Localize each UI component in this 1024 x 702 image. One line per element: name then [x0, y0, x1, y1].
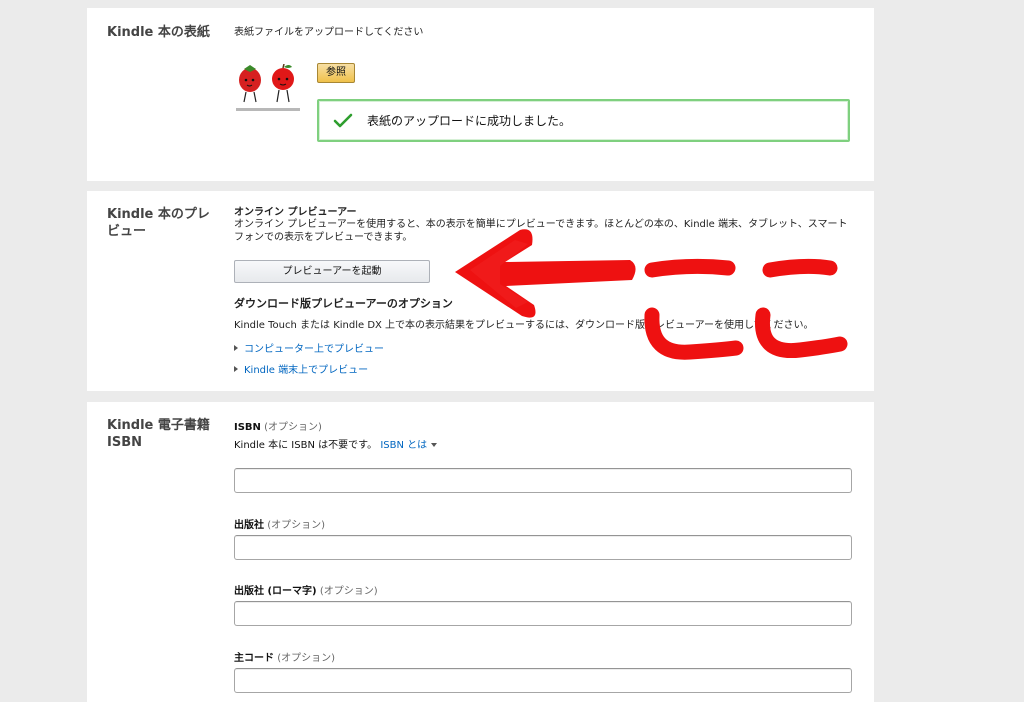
download-previewer-heading: ダウンロード版プレビューアーのオプション: [234, 297, 453, 310]
preview-on-computer-label[interactable]: コンピューター上でプレビュー: [244, 340, 384, 355]
preview-section-title: Kindle 本のプレビュー: [107, 207, 210, 239]
isbn-note-row: Kindle 本に ISBN は不要です。 ISBN とは: [234, 436, 438, 451]
main-code-label-row: 主コード (オプション): [234, 649, 335, 664]
publisher-label-row: 出版社 (オプション): [234, 516, 325, 531]
cover-instruction: 表紙ファイルをアップロードしてください: [234, 27, 424, 38]
isbn-help-link[interactable]: ISBN とは: [380, 440, 427, 451]
isbn-section-title: Kindle 電子書籍 ISBN: [107, 418, 210, 450]
main-code-input[interactable]: [234, 668, 852, 693]
isbn-label: ISBN: [234, 422, 261, 433]
optional-tag: (オプション): [264, 422, 322, 433]
cover-section-title: Kindle 本の表紙: [107, 25, 210, 40]
preview-on-kindle-link[interactable]: Kindle 端末上でプレビュー: [234, 361, 368, 376]
caret-right-icon: [234, 365, 238, 372]
publisher-romaji-label-row: 出版社 (ローマ字) (オプション): [234, 582, 378, 597]
success-message: 表紙のアップロードに成功しました。: [367, 114, 572, 128]
isbn-input[interactable]: [234, 468, 852, 493]
preview-panel: Kindle 本のプレビュー オンライン プレビューアー オンライン プレビュー…: [87, 191, 874, 391]
chevron-down-icon[interactable]: [431, 443, 438, 447]
isbn-label-row: ISBN (オプション): [234, 418, 322, 433]
optional-tag: (オプション): [277, 653, 335, 664]
publisher-romaji-label: 出版社 (ローマ字): [234, 586, 317, 597]
online-previewer-description: オンライン プレビューアーを使用すると、本の表示を簡単にプレビューできます。ほと…: [234, 219, 848, 243]
launch-previewer-button[interactable]: プレビューアーを起動: [234, 260, 430, 283]
publisher-label: 出版社: [234, 520, 264, 531]
publisher-input[interactable]: [234, 535, 852, 560]
preview-on-kindle-label[interactable]: Kindle 端末上でプレビュー: [244, 361, 368, 376]
cover-panel: Kindle 本の表紙 表紙ファイルをアップロードしてください 参照 表紙のアッ…: [87, 8, 874, 181]
upload-success-alert: 表紙のアップロードに成功しました。: [317, 99, 850, 142]
checkmark-icon: [333, 113, 353, 127]
main-code-label: 主コード: [234, 653, 274, 664]
browse-button[interactable]: 参照: [317, 63, 355, 83]
preview-on-computer-link[interactable]: コンピューター上でプレビュー: [234, 340, 384, 355]
cover-thumbnail: [236, 64, 300, 111]
isbn-note: Kindle 本に ISBN は不要です。: [234, 440, 378, 451]
optional-tag: (オプション): [267, 520, 325, 531]
download-previewer-description: Kindle Touch または Kindle DX 上で本の表示結果をプレビュ…: [234, 320, 814, 331]
caret-right-icon: [234, 344, 238, 351]
optional-tag: (オプション): [319, 586, 378, 597]
publisher-romaji-input[interactable]: [234, 601, 852, 626]
isbn-panel: Kindle 電子書籍 ISBN ISBN (オプション) Kindle 本に …: [87, 402, 874, 702]
